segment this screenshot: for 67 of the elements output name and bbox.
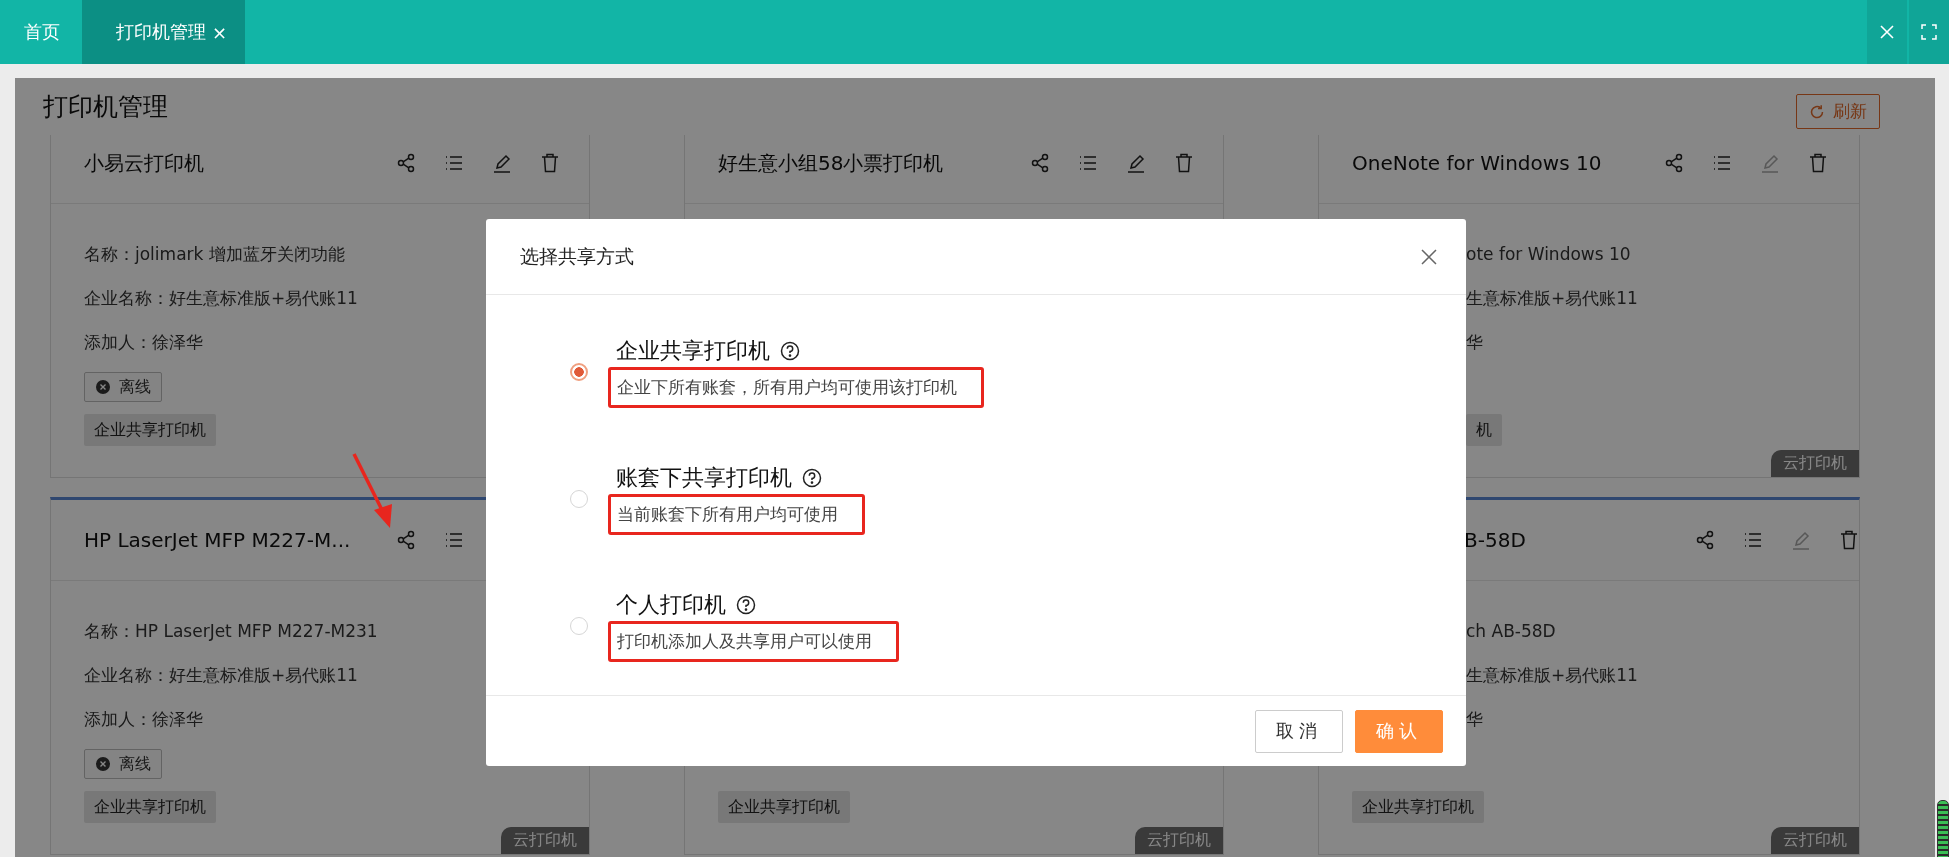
printer-detail: 华 — [1466, 331, 1483, 354]
help-icon[interactable] — [736, 595, 756, 615]
printer-detail: 名称：HP LaserJet MFP M227-M231 — [84, 620, 378, 643]
printer-name: B-58D — [1464, 528, 1526, 552]
radio-button[interactable] — [570, 362, 588, 381]
edit-icon[interactable] — [1126, 153, 1146, 173]
list-icon[interactable] — [1743, 530, 1763, 550]
printer-detail: 添加人：徐泽华 — [84, 708, 203, 731]
printer-detail: 企业名称：好生意标准版+易代账11 — [84, 287, 358, 310]
list-icon[interactable] — [444, 153, 464, 173]
share-icon[interactable] — [396, 530, 416, 550]
share-type-tag: 企业共享打印机 — [84, 414, 216, 446]
status-text: 离线 — [119, 376, 151, 398]
option-title: 账套下共享打印机 — [616, 464, 792, 492]
option-title: 个人打印机 — [616, 591, 726, 619]
printer-detail: 华 — [1466, 708, 1483, 731]
refresh-button[interactable]: 刷新 — [1796, 94, 1880, 129]
printer-name: 好生意小组58小票打印机 — [718, 150, 944, 175]
dialog-title: 选择共享方式 — [520, 243, 634, 269]
list-icon[interactable] — [1712, 153, 1732, 173]
printer-name: OneNote for Windows 10 — [1352, 151, 1602, 175]
help-icon[interactable] — [780, 341, 800, 361]
radio-button[interactable] — [570, 489, 588, 508]
cloud-printer-badge: 云打印机 — [501, 827, 589, 854]
list-icon[interactable] — [1078, 153, 1098, 173]
refresh-icon — [1809, 103, 1825, 120]
printer-name: HP LaserJet MFP M227-M... — [84, 528, 351, 552]
error-icon — [95, 379, 111, 395]
delete-icon[interactable] — [1808, 153, 1828, 173]
edit-icon[interactable] — [492, 153, 512, 173]
share-type-tag: 企业共享打印机 — [84, 791, 216, 823]
option-title: 企业共享打印机 — [616, 337, 770, 365]
share-icon[interactable] — [1695, 530, 1715, 550]
cloud-printer-badge: 云打印机 — [1771, 450, 1859, 477]
printer-detail: 添加人：徐泽华 — [84, 331, 203, 354]
share-type-tag: 机 — [1466, 414, 1502, 446]
share-icon[interactable] — [1664, 153, 1684, 173]
page-title: 打印机管理 — [43, 91, 168, 123]
share-icon[interactable] — [396, 153, 416, 173]
share-type-tag: 企业共享打印机 — [1352, 791, 1484, 823]
confirm-button[interactable]: 确认 — [1355, 709, 1443, 753]
option-description: 企业下所有账套，所有用户均可使用该打印机 — [608, 367, 984, 408]
option-description: 当前账套下所有用户均可使用 — [608, 494, 865, 535]
printer-name: 小易云打印机 — [84, 150, 204, 175]
share-icon[interactable] — [1030, 153, 1050, 173]
tab[interactable]: 首页 — [0, 0, 82, 64]
printer-detail: 企业名称：好生意标准版+易代账11 — [84, 664, 358, 687]
close-icon[interactable] — [1420, 247, 1438, 266]
cancel-button[interactable]: 取消 — [1255, 709, 1343, 753]
option-description: 打印机添加人及共享用户可以使用 — [608, 621, 899, 662]
cloud-printer-badge: 云打印机 — [1771, 827, 1859, 854]
delete-icon[interactable] — [1839, 530, 1859, 550]
delete-icon[interactable] — [540, 153, 560, 173]
tab[interactable]: 打印机管理 × — [82, 0, 246, 64]
radio-button[interactable] — [570, 616, 588, 635]
share-type-tag: 企业共享打印机 — [718, 791, 850, 823]
error-icon — [95, 756, 111, 772]
list-icon[interactable] — [444, 530, 464, 550]
printer-detail: 名称：jolimark 增加蓝牙关闭功能 — [84, 243, 345, 266]
status-text: 离线 — [119, 753, 151, 775]
printer-detail: 生意标准版+易代账11 — [1466, 287, 1638, 310]
delete-icon[interactable] — [1174, 153, 1194, 173]
help-icon[interactable] — [802, 468, 822, 488]
cloud-printer-badge: 云打印机 — [1135, 827, 1223, 854]
printer-detail: ch AB-58D — [1466, 620, 1556, 643]
printer-detail: ote for Windows 10 — [1466, 243, 1631, 266]
printer-detail: 生意标准版+易代账11 — [1466, 664, 1638, 687]
